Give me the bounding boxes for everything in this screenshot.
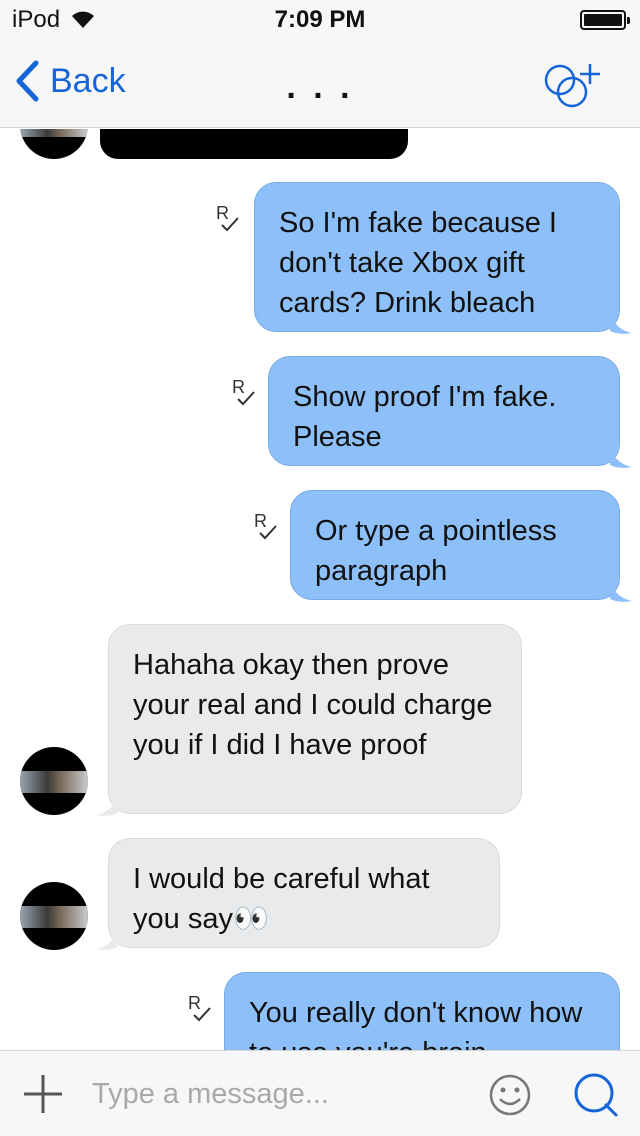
svg-text:R: R	[232, 377, 245, 397]
emoji-icon[interactable]	[488, 1073, 532, 1117]
plus-icon[interactable]	[22, 1073, 64, 1115]
message-list[interactable]: R So I'm fake because I don't take Xbox …	[0, 129, 640, 1050]
navigation-bar: Back . . .	[0, 40, 640, 128]
bubble-tail	[96, 795, 118, 816]
send-icon[interactable]	[572, 1071, 620, 1119]
message-bubble: So I'm fake because I don't take Xbox gi…	[254, 182, 620, 332]
read-receipt-icon: R	[188, 993, 211, 1022]
battery-icon	[580, 10, 630, 30]
message-input[interactable]	[92, 1069, 472, 1119]
svg-text:R: R	[188, 993, 201, 1013]
avatar[interactable]	[20, 747, 88, 815]
read-receipt-icon: R	[254, 511, 277, 540]
avatar[interactable]	[20, 129, 88, 159]
message-bubble: You really don't know how to use you're …	[224, 972, 620, 1050]
bubble-tail	[96, 929, 118, 950]
bubble-tail	[610, 581, 632, 602]
message-bubble: Or type a pointless paragraph	[290, 490, 620, 600]
message-bubble: I would be careful what you say👀	[108, 838, 500, 948]
status-time: 7:09 PM	[274, 6, 366, 33]
svg-text:R: R	[254, 511, 267, 531]
bubble-tail	[610, 313, 632, 334]
add-participant-icon[interactable]	[532, 58, 612, 118]
message-bubble: Show proof I'm fake. Please	[268, 356, 620, 466]
message-bubble: Hahaha okay then prove your real and I c…	[108, 624, 522, 814]
read-receipt-icon: R	[216, 203, 239, 232]
read-receipt-icon: R	[232, 377, 255, 406]
message-input-bar	[0, 1050, 640, 1136]
svg-text:R: R	[216, 203, 229, 223]
bubble-tail	[610, 447, 632, 468]
avatar[interactable]	[20, 882, 88, 950]
status-bar: iPod 7:09 PM	[0, 0, 640, 40]
image-attachment[interactable]	[100, 129, 408, 159]
